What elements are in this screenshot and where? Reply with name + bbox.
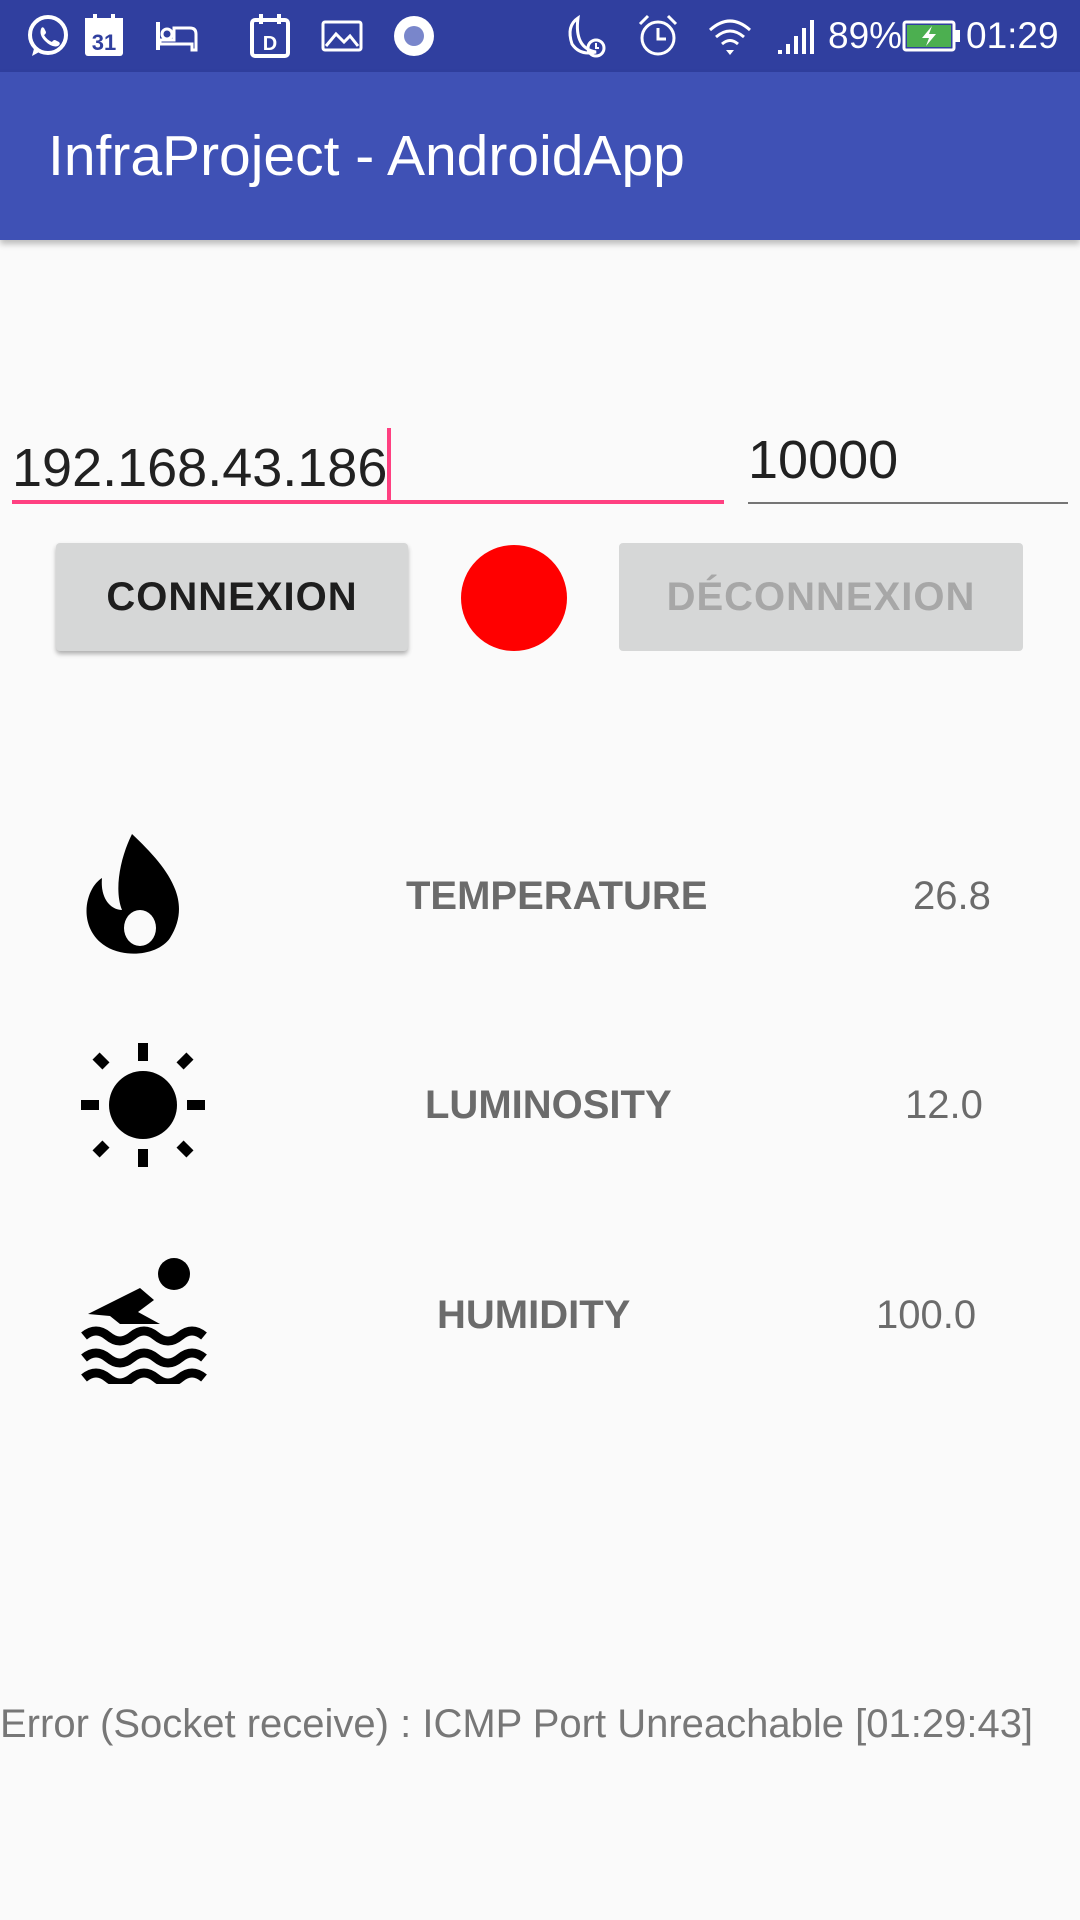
temperature-label: TEMPERATURE bbox=[406, 874, 708, 918]
port-value: 10000 bbox=[748, 430, 899, 490]
ip-field-underline bbox=[12, 500, 724, 504]
image-icon bbox=[321, 20, 363, 52]
swimmer-icon bbox=[81, 1258, 207, 1384]
alarm-icon bbox=[638, 14, 678, 56]
moon-alarm-icon bbox=[568, 14, 606, 58]
disconnect-button[interactable]: DÉCONNEXION bbox=[619, 543, 1023, 651]
calendar-icon: 31 bbox=[85, 14, 123, 56]
humidity-label: HUMIDITY bbox=[437, 1293, 631, 1337]
humidity-value: 100.0 bbox=[876, 1293, 977, 1337]
luminosity-value: 12.0 bbox=[905, 1083, 983, 1127]
temperature-value: 26.8 bbox=[913, 874, 991, 918]
battery-charging-icon bbox=[902, 20, 960, 52]
battery-percent: 89% bbox=[828, 15, 903, 56]
ip-address-value: 192.168.43.186 bbox=[12, 438, 388, 498]
calendar-d-icon: D bbox=[250, 14, 290, 58]
port-field[interactable]: 10000 bbox=[748, 428, 1068, 504]
app-bar: InfraProject - AndroidApp bbox=[0, 72, 1080, 240]
app-title: InfraProject - AndroidApp bbox=[48, 124, 685, 188]
connect-button[interactable]: CONNEXION bbox=[56, 543, 408, 651]
flame-icon bbox=[86, 834, 179, 954]
port-field-underline bbox=[748, 502, 1068, 504]
record-icon bbox=[394, 16, 434, 56]
text-cursor bbox=[387, 428, 392, 500]
whatsapp-icon bbox=[28, 15, 68, 56]
clock: 01:29 bbox=[966, 15, 1059, 56]
connection-status-indicator bbox=[461, 545, 567, 651]
error-message: Error (Socket receive) : ICMP Port Unrea… bbox=[0, 1702, 1034, 1746]
status-bar: 31 D 89% 01:29 bbox=[0, 0, 1080, 72]
signal-icon bbox=[778, 20, 814, 54]
sun-icon bbox=[81, 1043, 205, 1167]
wifi-icon bbox=[708, 19, 752, 55]
luminosity-label: LUMINOSITY bbox=[425, 1083, 672, 1127]
ip-address-field[interactable]: 192.168.43.186 bbox=[12, 428, 724, 504]
hotel-icon bbox=[156, 22, 198, 52]
calendar-letter: D bbox=[263, 33, 277, 55]
calendar-day: 31 bbox=[92, 30, 116, 55]
